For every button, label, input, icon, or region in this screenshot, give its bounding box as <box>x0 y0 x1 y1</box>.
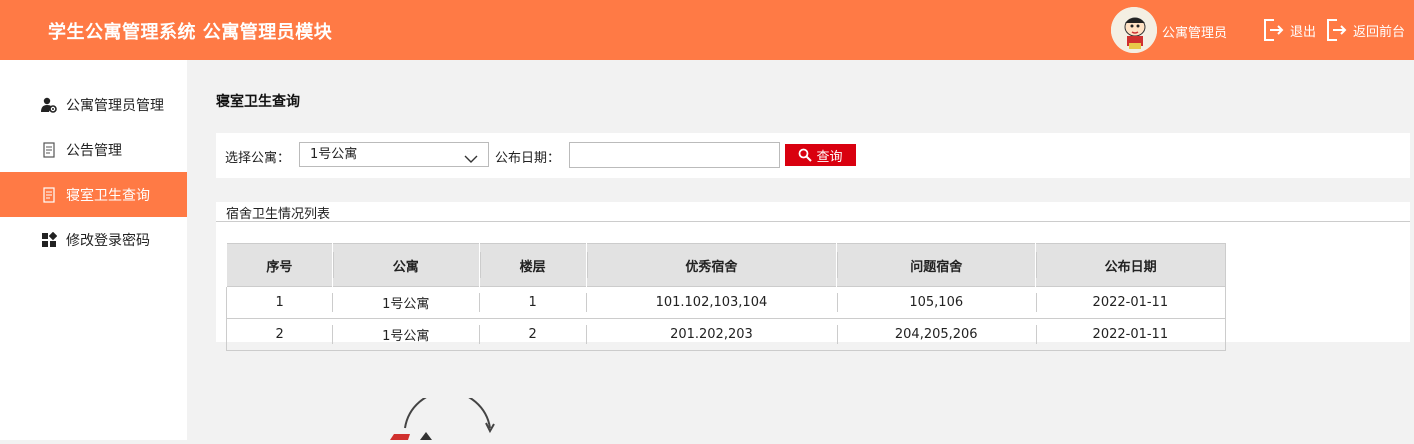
cell-excellent-dorms: 201.202,203 <box>586 318 837 351</box>
cell-publish-date: 2022-01-11 <box>1035 286 1226 319</box>
cell-apartment: 1号公寓 <box>332 318 480 351</box>
apartment-select-value: 1号公寓 <box>310 147 358 162</box>
cell-problem-dorms: 204,205,206 <box>836 318 1036 351</box>
table-row: 2 1号公寓 2 201.202,203 204,205,206 2022-01… <box>226 318 1226 351</box>
document-icon <box>41 141 57 158</box>
sidebar-item-label: 修改登录密码 <box>66 232 150 249</box>
apartment-select[interactable]: 1号公寓 <box>299 142 489 167</box>
list-title: 宿舍卫生情况列表 <box>226 207 331 222</box>
hygiene-list-panel: 宿舍卫生情况列表 序号 公寓 楼层 优秀宿舍 问题宿舍 公布日期 1 1号公寓 … <box>216 202 1410 351</box>
search-icon <box>799 148 813 162</box>
column-header: 公布日期 <box>1035 243 1226 287</box>
top-header: 学生公寓管理系统 公寓管理员模块 公寓管理员 退出 返回前台 <box>0 0 1414 60</box>
sidebar-item-label: 公告管理 <box>66 142 122 159</box>
page-title: 寝室卫生查询 <box>216 94 300 110</box>
cell-floor: 2 <box>479 318 587 351</box>
sidebar-item-notice-management[interactable]: 公告管理 <box>0 127 187 172</box>
column-header: 公寓 <box>332 243 480 287</box>
cell-index: 2 <box>226 318 333 351</box>
apartment-label: 选择公寓： <box>225 151 291 166</box>
cell-problem-dorms: 105,106 <box>836 286 1036 319</box>
column-header: 序号 <box>226 243 333 287</box>
user-name[interactable]: 公寓管理员 <box>1162 22 1227 41</box>
sidebar: 公寓管理员管理 公告管理 寝室卫生查询 修改登录密码 <box>0 60 187 440</box>
cell-apartment: 1号公寓 <box>332 286 480 319</box>
search-bar: 选择公寓： 1号公寓 公布日期： 查询 <box>216 133 1410 178</box>
back-label: 返回前台 <box>1353 24 1406 40</box>
logout-button[interactable]: 退出 <box>1262 17 1316 43</box>
publish-date-label: 公布日期： <box>495 151 561 166</box>
avatar[interactable] <box>1111 7 1157 53</box>
query-label: 查询 <box>816 148 843 164</box>
cell-index: 1 <box>226 286 333 319</box>
logout-icon <box>1262 18 1284 42</box>
column-header: 优秀宿舍 <box>586 243 837 287</box>
sidebar-item-label: 寝室卫生查询 <box>66 187 150 204</box>
hygiene-table: 序号 公寓 楼层 优秀宿舍 问题宿舍 公布日期 1 1号公寓 1 101.102… <box>226 243 1226 351</box>
chevron-down-icon <box>464 149 478 163</box>
app-title: 学生公寓管理系统 公寓管理员模块 <box>48 22 333 43</box>
sidebar-item-admin-management[interactable]: 公寓管理员管理 <box>0 82 187 127</box>
cell-floor: 1 <box>479 286 587 319</box>
cell-excellent-dorms: 101.102,103,104 <box>586 286 837 319</box>
watermark-logo-icon <box>380 390 500 440</box>
sidebar-item-hygiene-query[interactable]: 寝室卫生查询 <box>0 172 187 217</box>
column-header: 问题宿舍 <box>836 243 1036 287</box>
grid-icon <box>41 231 58 248</box>
exit-icon <box>1325 18 1347 42</box>
sidebar-item-label: 公寓管理员管理 <box>66 97 164 114</box>
cell-publish-date: 2022-01-11 <box>1035 318 1226 351</box>
document-icon <box>41 186 57 203</box>
logout-label: 退出 <box>1290 24 1317 40</box>
sidebar-item-change-password[interactable]: 修改登录密码 <box>0 217 187 262</box>
table-row: 1 1号公寓 1 101.102,103,104 105,106 2022-01… <box>226 286 1226 319</box>
column-header: 楼层 <box>479 243 587 287</box>
back-to-front-button[interactable]: 返回前台 <box>1325 17 1405 43</box>
user-settings-icon <box>41 97 57 113</box>
table-header-row: 序号 公寓 楼层 优秀宿舍 问题宿舍 公布日期 <box>226 243 1226 287</box>
publish-date-input[interactable] <box>569 142 780 168</box>
query-button[interactable]: 查询 <box>785 144 856 166</box>
list-title-bar: 宿舍卫生情况列表 <box>216 202 1410 222</box>
